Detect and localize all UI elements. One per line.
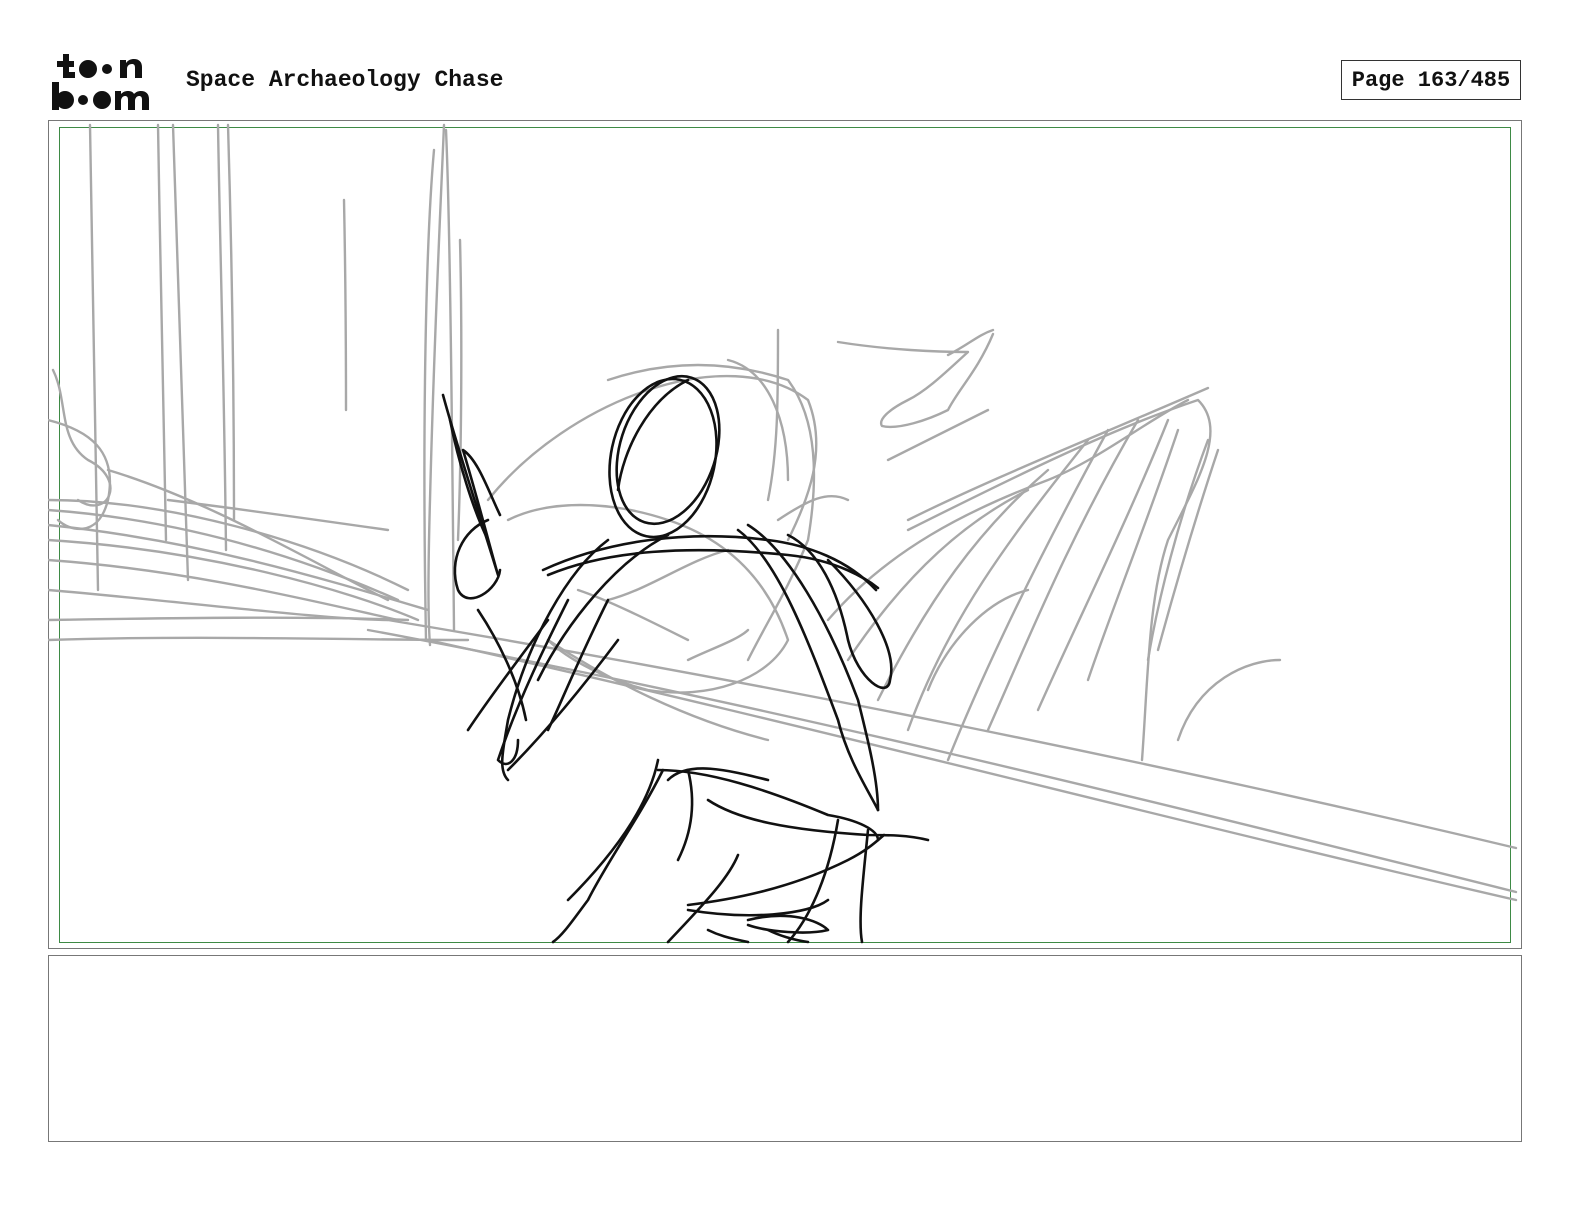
dialog-text (49, 956, 1521, 980)
storyboard-sketch (48, 123, 1518, 944)
dialog-notes-box (48, 955, 1522, 1142)
toonboom-logo (52, 54, 149, 110)
background-rough-lines (48, 123, 1518, 902)
page-indicator: Page 163/485 (1341, 60, 1521, 100)
character-ink-lines (441, 374, 930, 944)
project-title: Space Archaeology Chase (186, 67, 504, 93)
